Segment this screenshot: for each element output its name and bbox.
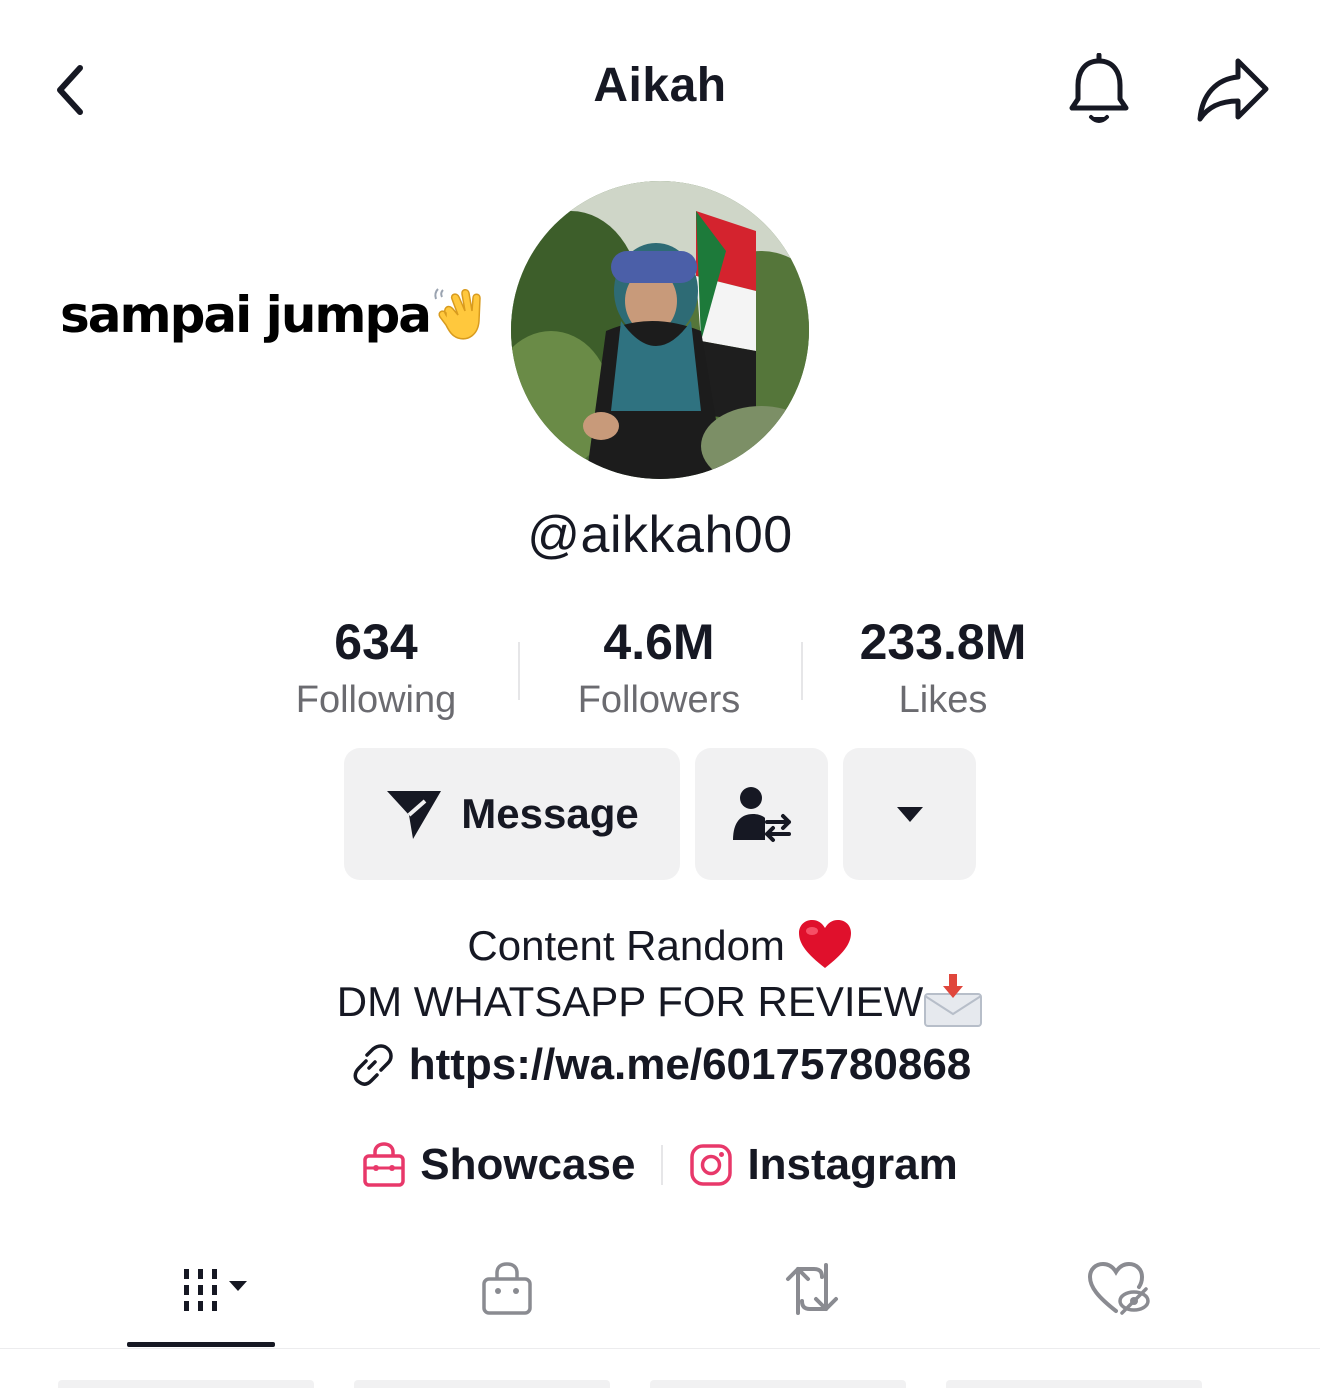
sticker-overlay: sampai jumpa	[60, 280, 492, 350]
envelope-arrow-icon	[923, 972, 983, 1038]
video-thumbnail[interactable]	[946, 1380, 1202, 1388]
tabs-divider	[0, 1348, 1320, 1349]
instagram-icon	[690, 1144, 733, 1186]
divider	[661, 1145, 664, 1185]
stats-row: 634 Following 4.6M Followers 233.8M Like…	[0, 612, 1320, 732]
stat-following[interactable]: 634 Following	[246, 612, 506, 728]
send-icon	[387, 791, 442, 839]
stat-followers[interactable]: 4.6M Followers	[529, 612, 789, 728]
bio-text: DM WHATSAPP FOR REVIEW	[336, 978, 924, 1026]
grid-columns-icon	[184, 1269, 247, 1311]
video-thumbnail[interactable]	[650, 1380, 906, 1388]
link-icon	[353, 1044, 393, 1086]
tab-reposts[interactable]	[765, 1250, 859, 1328]
stat-value: 4.6M	[603, 614, 715, 670]
shopping-bag-icon	[363, 1142, 405, 1187]
bio-line-2: DM WHATSAPP FOR REVIEW	[0, 972, 1320, 1038]
video-thumbnail[interactable]	[354, 1380, 610, 1388]
caret-down-icon	[896, 807, 923, 822]
username: @aikkah00	[527, 506, 793, 564]
message-button[interactable]: Message	[344, 748, 680, 880]
bio-text: Content Random	[467, 922, 785, 970]
profile-page: Aikah sampai jumpa @aikkah00 634 Followi…	[0, 0, 1320, 1388]
heart-hidden-icon	[1087, 1261, 1150, 1315]
video-thumbnail[interactable]	[58, 1380, 314, 1388]
red-heart-icon	[797, 918, 853, 980]
bio-line-1: Content Random	[0, 918, 1320, 980]
share-icon	[1197, 58, 1269, 122]
active-tab-indicator	[127, 1342, 275, 1347]
follow-back-button[interactable]	[695, 748, 828, 880]
bell-icon	[1069, 53, 1129, 123]
stat-value: 233.8M	[859, 614, 1027, 670]
avatar[interactable]	[511, 181, 809, 479]
instagram-label: Instagram	[747, 1140, 958, 1189]
stat-value: 634	[334, 614, 418, 670]
stat-likes[interactable]: 233.8M Likes	[813, 612, 1073, 728]
instagram-link[interactable]: Instagram	[689, 1140, 958, 1190]
stat-label: Followers	[577, 679, 741, 721]
content-tabs	[0, 1250, 1320, 1350]
shopping-bag-icon	[482, 1262, 532, 1315]
bio-link[interactable]: https://wa.me/60175780868	[0, 1040, 1320, 1090]
sticker-text: sampai jumpa	[60, 286, 432, 344]
stat-label: Following	[295, 679, 457, 721]
showcase-link[interactable]: Showcase	[362, 1140, 635, 1190]
suggestions-dropdown-button[interactable]	[843, 748, 976, 880]
divider	[518, 642, 520, 700]
tab-liked[interactable]	[1072, 1250, 1166, 1328]
showcase-label: Showcase	[420, 1140, 636, 1189]
extra-links-row: Showcase Instagram	[0, 1135, 1320, 1195]
tab-videos[interactable]	[127, 1250, 275, 1328]
user-swap-icon	[732, 787, 791, 842]
repost-icon	[786, 1263, 838, 1315]
notification-button[interactable]	[1062, 50, 1136, 130]
divider	[801, 642, 803, 700]
share-button[interactable]	[1192, 50, 1276, 130]
message-label: Message	[461, 790, 639, 837]
avatar-photo	[511, 181, 809, 479]
link-url: https://wa.me/60175780868	[408, 1040, 972, 1089]
waving-hand-icon	[432, 285, 492, 345]
tab-showcase[interactable]	[460, 1250, 554, 1328]
stat-label: Likes	[898, 679, 988, 721]
